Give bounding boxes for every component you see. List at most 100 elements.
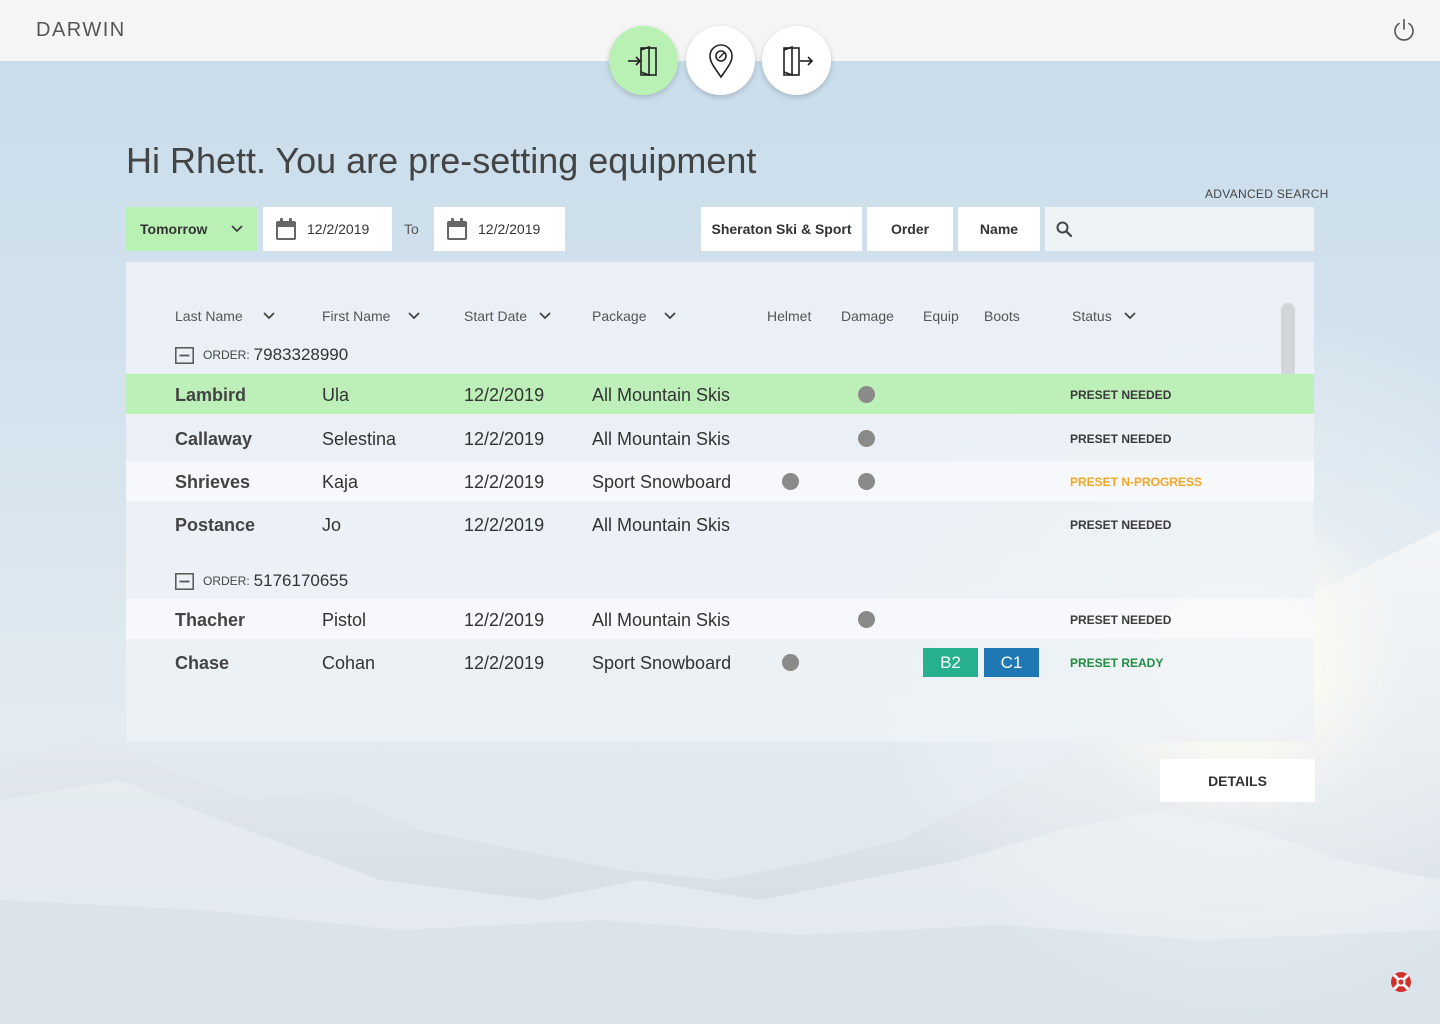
to-date-field[interactable]: 12/2/2019 <box>434 207 565 251</box>
location-pin-icon <box>708 43 733 78</box>
status-badge: PRESET NEEDED <box>1070 432 1172 446</box>
cell-package: All Mountain Skis <box>592 610 731 630</box>
cell-first-name: Cohan <box>322 653 376 673</box>
column-header-label: Status <box>1072 308 1112 324</box>
check-in-mode-button[interactable] <box>609 26 678 95</box>
check-out-mode-button[interactable] <box>762 26 831 95</box>
search-icon[interactable] <box>1055 220 1073 238</box>
boots-tag[interactable]: C1 <box>984 648 1039 677</box>
to-date-value: 12/2/2019 <box>478 221 541 237</box>
equip-tag[interactable]: B2 <box>923 648 978 677</box>
door-enter-icon <box>627 45 657 76</box>
table-row[interactable]: Chase Cohan 12/2/2019 Sport Snowboard B2… <box>126 642 1314 682</box>
table-row[interactable]: Lambird Ula 12/2/2019 All Mountain Skis … <box>126 374 1314 414</box>
helmet-indicator <box>782 654 799 671</box>
cell-last-name: Postance <box>175 515 256 535</box>
date-range-dropdown[interactable]: Tomorrow <box>126 207 257 251</box>
status-badge: PRESET NEEDED <box>1070 518 1172 532</box>
table-row[interactable]: Thacher Pistol 12/2/2019 All Mountain Sk… <box>126 599 1314 639</box>
order-number: 5176170655 <box>253 571 349 590</box>
order-group-header: ORDER: 5176170655 <box>175 571 348 591</box>
column-header-label: First Name <box>322 308 391 324</box>
door-exit-icon <box>782 45 813 76</box>
column-header-helmet: Helmet <box>767 308 811 324</box>
cell-start-date: 12/2/2019 <box>464 429 545 449</box>
power-icon[interactable] <box>1392 18 1416 42</box>
column-header-label: Boots <box>984 308 1020 324</box>
cell-start-date: 12/2/2019 <box>464 515 545 535</box>
chevron-down-icon <box>539 312 551 320</box>
chevron-down-icon <box>263 312 275 320</box>
column-header-status[interactable]: Status <box>1072 308 1138 324</box>
cell-last-name: Callaway <box>175 429 253 449</box>
calendar-icon <box>276 218 296 240</box>
name-filter-chip[interactable]: Name <box>958 207 1040 251</box>
table-row[interactable]: Shrieves Kaja 12/2/2019 Sport Snowboard … <box>126 461 1314 501</box>
cell-last-name: Shrieves <box>175 472 251 492</box>
column-header-start-date[interactable]: Start Date <box>464 308 553 324</box>
lifebuoy-icon[interactable] <box>1389 970 1413 994</box>
details-button[interactable]: DETAILS <box>1160 759 1315 802</box>
location-filter-chip[interactable]: Sheraton Ski & Sport <box>701 207 862 251</box>
column-header-label: Equip <box>923 308 959 324</box>
order-label: ORDER: <box>203 574 250 588</box>
cell-last-name: Chase <box>175 653 230 673</box>
damage-indicator <box>858 386 875 403</box>
collapse-icon[interactable] <box>175 572 194 590</box>
status-badge: PRESET NEEDED <box>1070 388 1172 402</box>
calendar-icon <box>447 218 467 240</box>
status-badge: PRESET NEEDED <box>1070 613 1172 627</box>
order-label: ORDER: <box>203 348 250 362</box>
column-header-equip: Equip <box>923 308 959 324</box>
cell-start-date: 12/2/2019 <box>464 472 545 492</box>
cell-first-name: Pistol <box>322 610 367 630</box>
column-header-first-name[interactable]: First Name <box>322 308 422 324</box>
damage-indicator <box>858 611 875 628</box>
search-input[interactable] <box>1081 221 1301 237</box>
column-header-label: Last Name <box>175 308 243 324</box>
cell-first-name: Kaja <box>322 472 359 492</box>
cell-last-name: Thacher <box>175 610 246 630</box>
order-number: 7983328990 <box>253 345 349 364</box>
cell-first-name: Selestina <box>322 429 397 449</box>
order-group-header: ORDER: 7983328990 <box>175 345 348 365</box>
from-date-value: 12/2/2019 <box>307 221 370 237</box>
cell-start-date: 12/2/2019 <box>464 610 545 630</box>
cell-package: All Mountain Skis <box>592 515 731 535</box>
cell-first-name: Ula <box>322 385 350 405</box>
column-header-damage: Damage <box>841 308 894 324</box>
cell-package: Sport Snowboard <box>592 472 732 492</box>
chevron-down-icon <box>664 312 677 320</box>
column-header-label: Package <box>592 308 647 324</box>
collapse-icon[interactable] <box>175 346 194 364</box>
cell-first-name: Jo <box>322 515 342 535</box>
from-date-field[interactable]: 12/2/2019 <box>263 207 392 251</box>
column-header-label: Start Date <box>464 308 528 324</box>
date-range-value: Tomorrow <box>140 221 208 237</box>
column-header-package[interactable]: Package <box>592 308 678 324</box>
results-table: Last Name First Name Start Date Package … <box>126 262 1314 742</box>
order-filter-chip[interactable]: Order <box>867 207 953 251</box>
to-label: To <box>404 221 419 237</box>
location-mode-button[interactable] <box>686 26 755 95</box>
status-badge: PRESET N-PROGRESS <box>1070 475 1203 489</box>
brand-logo: DARWIN <box>36 19 126 41</box>
table-row[interactable]: Callaway Selestina 12/2/2019 All Mountai… <box>126 418 1314 458</box>
cell-package: All Mountain Skis <box>592 429 731 449</box>
table-row[interactable]: Postance Jo 12/2/2019 All Mountain Skis … <box>126 504 1314 544</box>
status-badge: PRESET READY <box>1070 656 1164 670</box>
helmet-indicator <box>782 473 799 490</box>
cell-package: All Mountain Skis <box>592 385 731 405</box>
cell-start-date: 12/2/2019 <box>464 653 545 673</box>
page-title: Hi Rhett. You are pre-setting equipment <box>126 140 757 181</box>
search-box <box>1045 207 1314 251</box>
cell-package: Sport Snowboard <box>592 653 732 673</box>
advanced-search-link[interactable]: ADVANCED SEARCH <box>1205 187 1329 201</box>
chevron-down-icon <box>1124 312 1136 320</box>
column-header-label: Damage <box>841 308 894 324</box>
damage-indicator <box>858 430 875 447</box>
chevron-down-icon <box>231 225 243 233</box>
column-header-boots: Boots <box>984 308 1020 324</box>
cell-last-name: Lambird <box>175 385 247 405</box>
column-header-last-name[interactable]: Last Name <box>175 308 277 324</box>
